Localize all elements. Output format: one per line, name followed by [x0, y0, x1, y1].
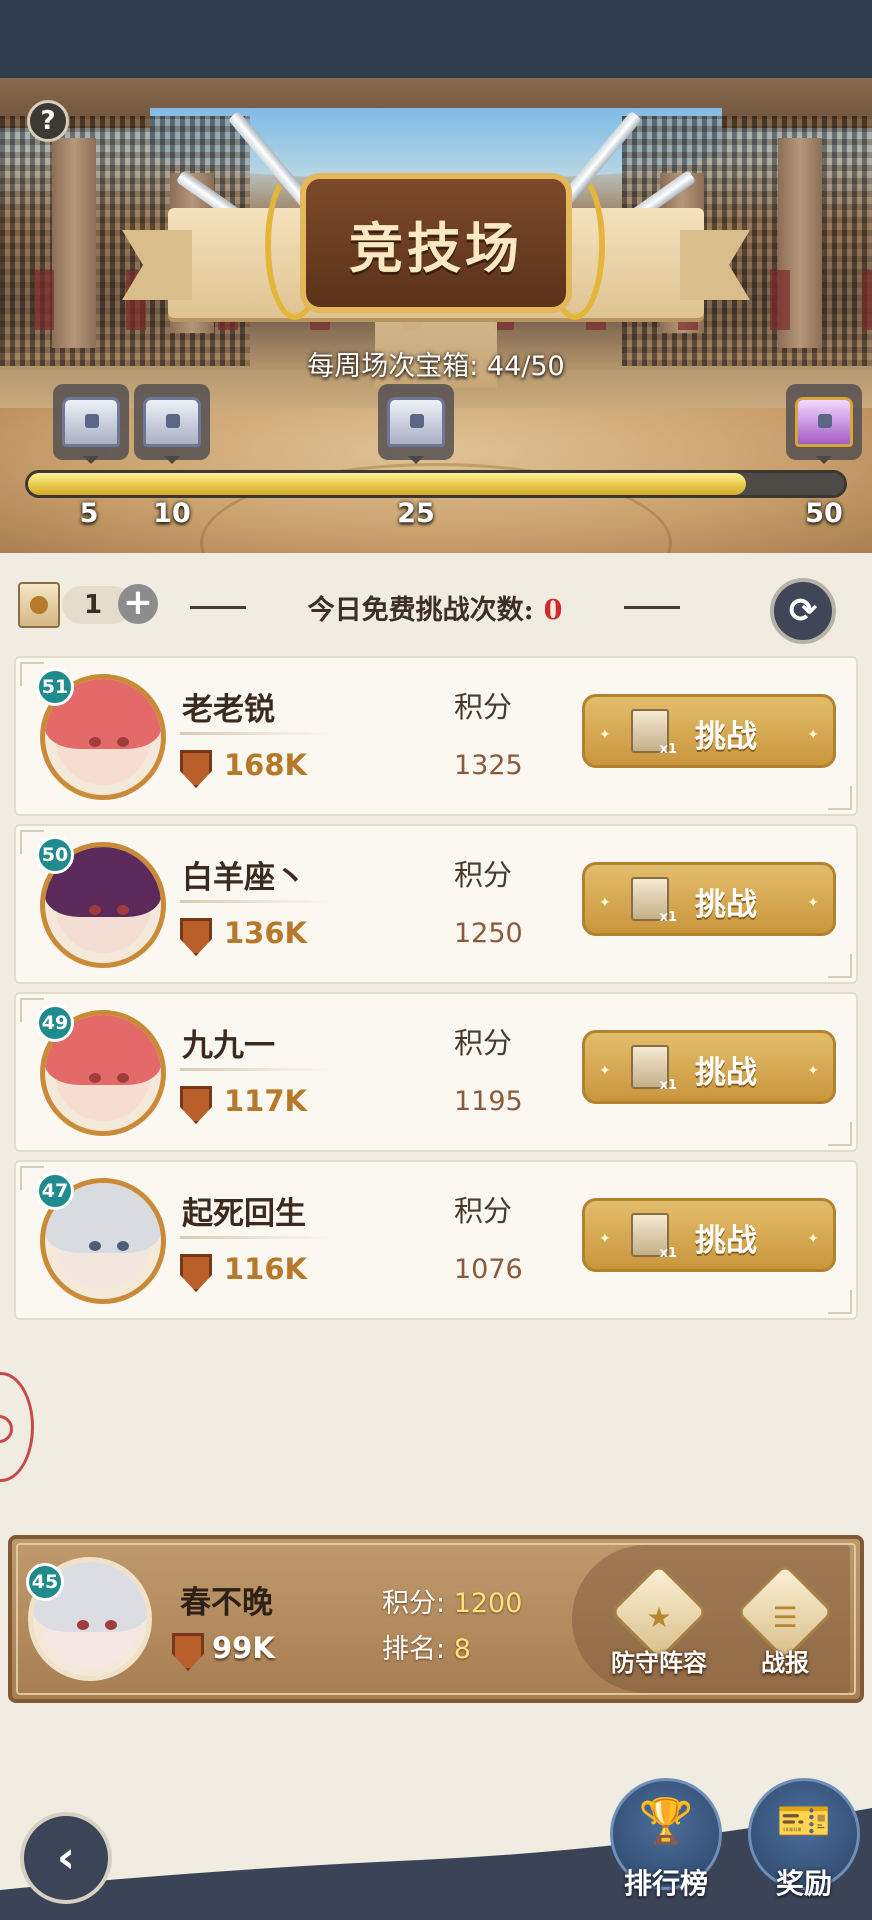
challenge-button[interactable]: ✦✦ 挑战 — [582, 862, 836, 936]
power-icon — [180, 1086, 212, 1124]
opponent-name: 起死回生 — [182, 1196, 306, 1232]
back-button[interactable]: ‹ — [20, 1812, 112, 1904]
player-score: 积分: 1200 — [382, 1581, 522, 1620]
name-underline — [180, 1236, 330, 1239]
player-power: 99K — [212, 1631, 275, 1665]
level-badge: 47 — [36, 1172, 74, 1210]
milestone-label: 50 — [805, 498, 843, 529]
player-info-bar: 45 春不晚 99K 积分: 1200 排名: 8 ★ 防守阵容 ☰ 战报 — [8, 1535, 864, 1703]
score-label: 积分 — [454, 858, 513, 892]
player-rank-value: 8 — [453, 1634, 471, 1665]
chest-icon[interactable] — [134, 384, 210, 464]
ticket-icon — [631, 1213, 677, 1261]
opponent-score: 1195 — [454, 1086, 523, 1117]
challenge-button-label: 挑战 — [695, 887, 757, 923]
refresh-opponents-button[interactable]: ⟳ — [770, 578, 836, 644]
refresh-icon: ⟳ — [788, 591, 818, 631]
opponent-card: 50 白羊座丶 136K 积分 1250 ✦✦ 挑战 — [14, 824, 858, 984]
ticket-icon — [18, 582, 60, 628]
reward-label: 奖励 — [775, 1867, 832, 1900]
milestone-label: 5 — [79, 498, 99, 529]
arena-banner: ? 竞技场 每周场次宝箱: 44/50 5 10 25 50 — [0, 78, 872, 553]
battle-report-label: 战报 — [761, 1648, 809, 1677]
add-ticket-button[interactable]: + — [118, 584, 158, 624]
ticket-icon — [631, 877, 677, 925]
help-button[interactable]: ? — [27, 100, 69, 142]
opponent-name: 白羊座丶 — [182, 860, 306, 896]
challenge-button-label: 挑战 — [695, 719, 757, 755]
trophy-icon: 🏆 — [638, 1796, 694, 1847]
weekly-progress-bar — [25, 470, 847, 498]
level-badge: 45 — [26, 1563, 64, 1601]
name-underline — [180, 900, 330, 903]
player-score-label: 积分: — [382, 1588, 446, 1619]
report-icon: ☰ — [772, 1601, 798, 1634]
opponent-card: 49 九九一 117K 积分 1195 ✦✦ 挑战 — [14, 992, 858, 1152]
weekly-progress-fill — [28, 473, 747, 495]
ranking-label: 排行榜 — [623, 1867, 708, 1900]
level-badge: 49 — [36, 1004, 74, 1042]
challenge-button[interactable]: ✦✦ 挑战 — [582, 1198, 836, 1272]
free-challenges-count: 0 — [543, 595, 563, 626]
opponent-card: 51 老老锐 168K 积分 1325 ✦✦ 挑战 — [14, 656, 858, 816]
name-underline — [180, 1068, 330, 1071]
weekly-chest-label: 每周场次宝箱: 44/50 — [307, 351, 565, 382]
opponent-score: 1076 — [454, 1254, 523, 1285]
player-name: 春不晚 — [180, 1585, 273, 1621]
chest-icon[interactable] — [53, 384, 129, 464]
score-label: 积分 — [454, 1194, 513, 1228]
name-underline — [180, 732, 330, 735]
title-plate: 竞技场 — [300, 173, 572, 313]
status-bar — [0, 0, 872, 78]
player-rank: 排名: 8 — [382, 1627, 471, 1666]
page-title: 竞技场 — [349, 216, 523, 280]
player-rank-label: 排名: — [382, 1634, 446, 1665]
opponent-name: 九九一 — [182, 1028, 275, 1064]
opponent-name: 老老锐 — [182, 692, 275, 728]
bottom-nav-background — [0, 1800, 872, 1920]
challenge-button-label: 挑战 — [695, 1223, 757, 1259]
opponent-power: 168K — [224, 748, 308, 782]
free-challenges: 今日免费挑战次数: 0 — [190, 588, 680, 627]
power-icon — [180, 918, 212, 956]
gold-chest-icon[interactable] — [786, 384, 862, 464]
player-score-value: 1200 — [453, 1588, 523, 1619]
level-badge: 50 — [36, 836, 74, 874]
ticket-reward-icon: 🎫 — [776, 1796, 832, 1847]
level-badge: 51 — [36, 668, 74, 706]
ticket-counter: 1 + — [18, 582, 158, 628]
power-icon — [180, 1254, 212, 1292]
chevron-left-icon: ‹ — [56, 1832, 76, 1883]
opponent-score: 1250 — [454, 918, 523, 949]
milestone-label: 10 — [153, 498, 191, 529]
power-icon — [180, 750, 212, 788]
milestone-label: 25 — [397, 498, 435, 529]
opponent-card: 47 起死回生 116K 积分 1076 ✦✦ 挑战 — [14, 1160, 858, 1320]
score-label: 积分 — [454, 1026, 513, 1060]
ticket-icon — [631, 709, 677, 757]
opponent-score: 1325 — [454, 750, 523, 781]
score-label: 积分 — [454, 690, 513, 724]
ticket-icon — [631, 1045, 677, 1093]
chest-icon[interactable] — [378, 384, 454, 464]
opponent-power: 136K — [224, 916, 308, 950]
challenge-button[interactable]: ✦✦ 挑战 — [582, 1030, 836, 1104]
free-challenges-label: 今日免费挑战次数: — [307, 595, 534, 626]
defense-lineup-label: 防守阵容 — [611, 1648, 707, 1677]
shield-star-icon: ★ — [646, 1601, 672, 1634]
floating-ring-icon[interactable] — [0, 1372, 34, 1482]
opponent-power: 117K — [224, 1084, 308, 1118]
challenge-button-label: 挑战 — [695, 1055, 757, 1091]
challenge-button[interactable]: ✦✦ 挑战 — [582, 694, 836, 768]
opponent-power: 116K — [224, 1252, 308, 1286]
